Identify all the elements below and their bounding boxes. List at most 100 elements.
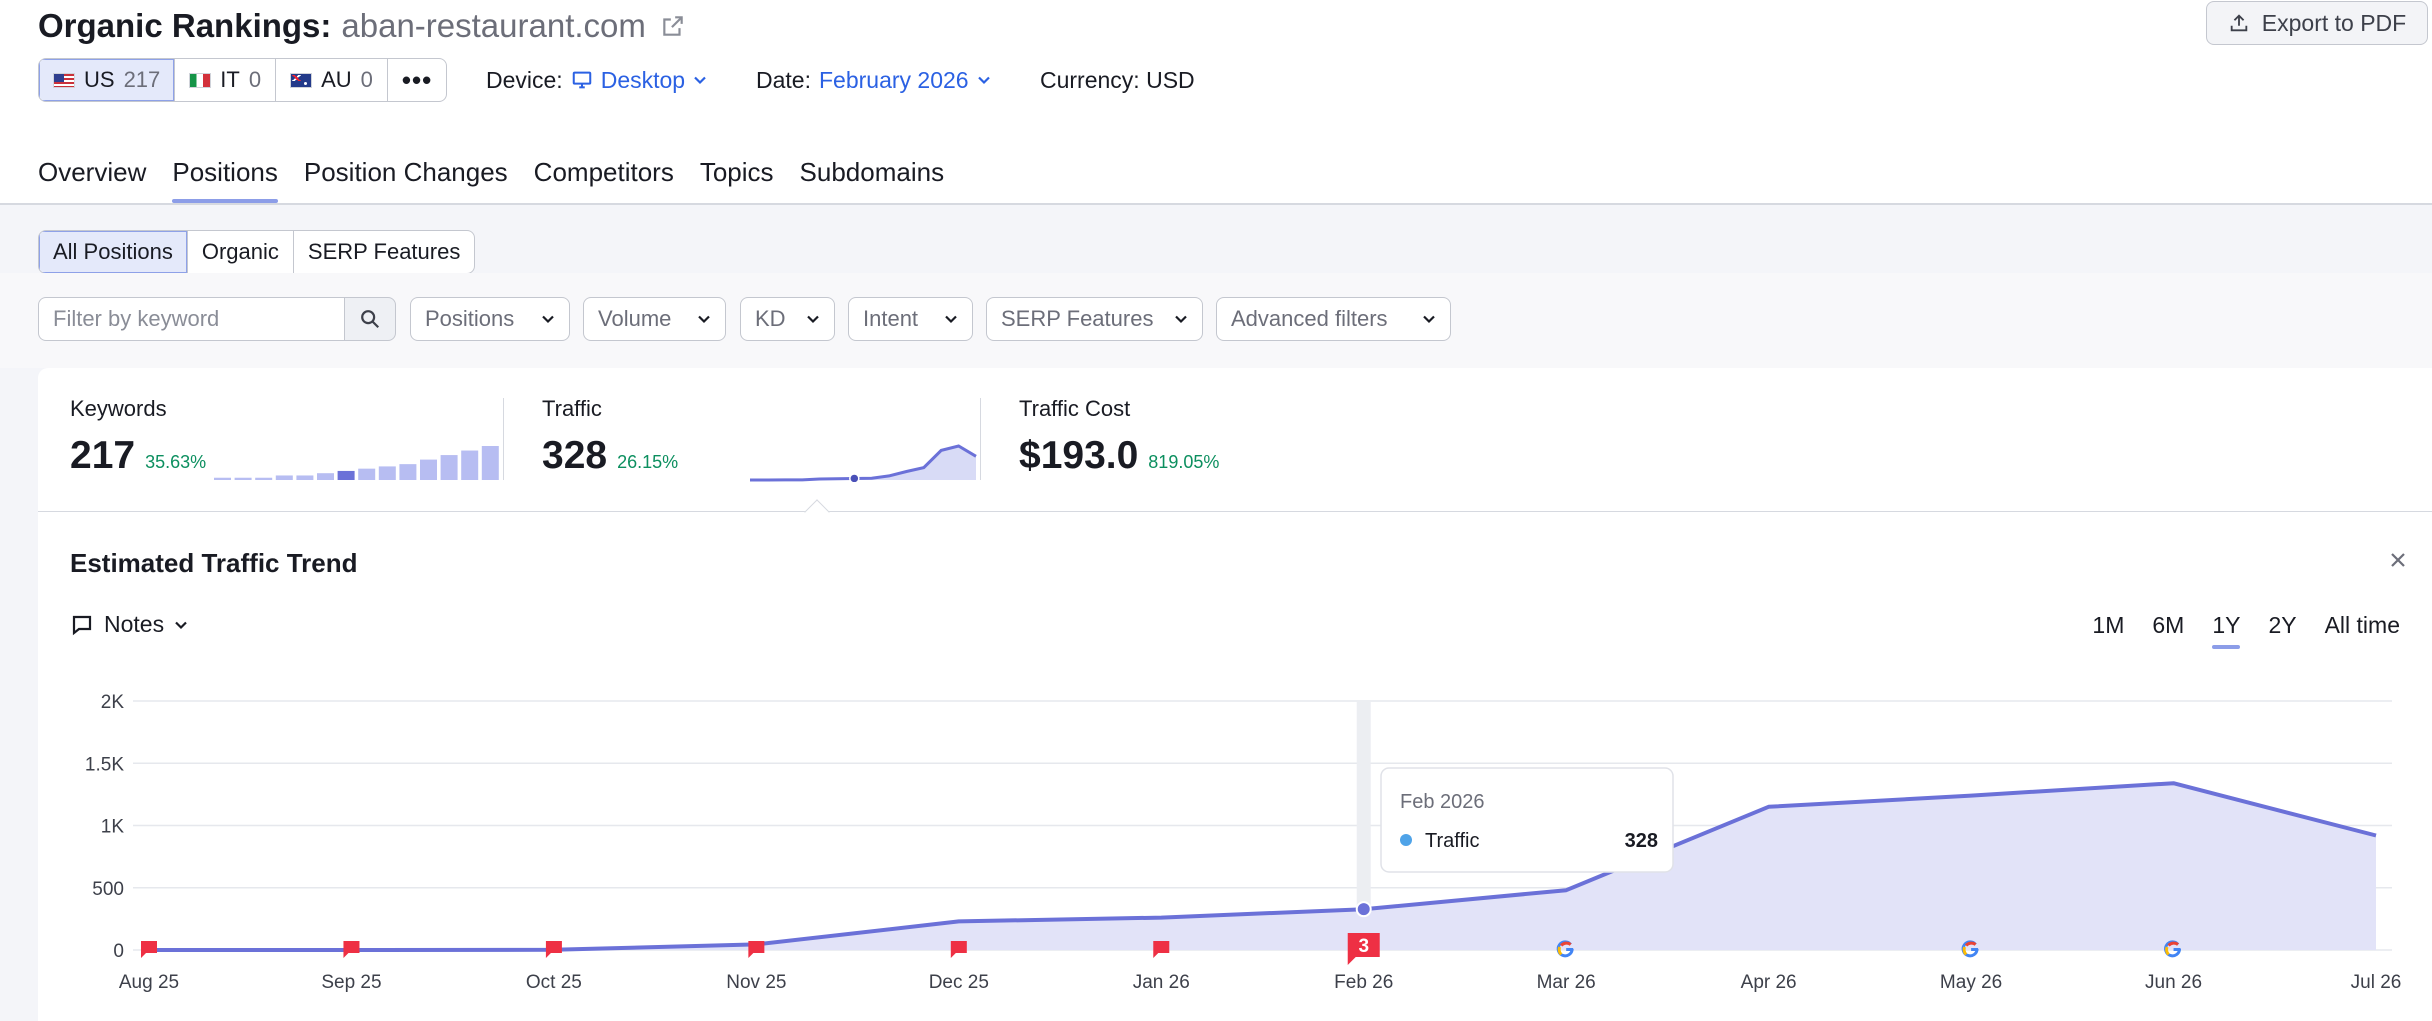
chevron-down-icon [542,315,554,324]
export-pdf-button[interactable]: Export to PDF [2206,1,2428,45]
x-tick-label: Jun 26 [2145,972,2202,993]
page-header: Organic Rankings: aban-restaurant.com Ex… [0,0,2432,203]
x-tick-label: Apr 26 [1741,972,1797,993]
tooltip-series: Traffic [1425,830,1479,852]
currency-label: Currency: USD [1040,66,1195,93]
page-title: Organic Rankings: aban-restaurant.com [38,4,686,48]
x-tick-label: Jan 26 [1133,972,1190,993]
database-count: 0 [248,67,262,92]
note-flag-icon [141,941,157,958]
tab-subdomains[interactable]: Subdomains [800,148,945,203]
tab-competitors[interactable]: Competitors [534,148,674,203]
database-count: 217 [123,67,161,92]
database-code: IT [220,67,240,92]
subtab-all-positions[interactable]: All Positions [39,231,188,273]
export-label: Export to PDF [2261,9,2407,36]
chevron-down-icon [977,76,990,85]
au-flag-icon [290,72,313,88]
tooltip-box [1380,767,1674,873]
y-tick-label: 2K [101,692,125,713]
y-tick-label: 1K [101,817,125,838]
chevron-down-icon [945,315,957,324]
device-value: Desktop [600,66,686,93]
database-au[interactable]: AU 0 [276,59,388,101]
chevron-down-icon [1423,315,1435,324]
date-value: February 2026 [818,66,969,93]
tab-positions[interactable]: Positions [172,148,278,203]
intent-filter[interactable]: Intent [848,297,973,341]
advanced-filters[interactable]: Advanced filters [1216,297,1451,341]
it-flag-icon [189,72,212,88]
note-flag-icon [343,941,360,958]
filter-label: Volume [598,306,672,331]
currency-display: Currency: USD [1040,62,1195,98]
database-code: US [84,67,115,92]
x-tick-label: Dec 25 [929,972,989,993]
volume-filter[interactable]: Volume [583,297,726,341]
tooltip-value: 328 [1625,830,1658,852]
external-link-icon[interactable] [660,13,686,39]
note-flag-icon [950,941,967,958]
traffic-trend-chart[interactable]: 0 500 1K 1.5K 2K Aug 25 Sep 25 Oct 25 Nov 25 Dec … [38,368,2432,1021]
x-tick-label: Nov 25 [726,972,786,993]
overview-card: Keywords 217 35.63% Traffic 328 26.15% T… [38,368,2432,1021]
tooltip-date: Feb 2026 [1400,791,1485,813]
monitor-icon [572,71,591,89]
chevron-down-icon [694,76,706,85]
traffic-area [149,783,2376,950]
chart-tooltip: Feb 2026 Traffic 328 [1380,767,1674,873]
report-tabs: Overview Positions Position Changes Comp… [38,148,944,203]
y-tick-label: 500 [92,879,124,900]
note-flag-icon [1153,941,1170,958]
database-code: AU [321,67,352,92]
search-icon [361,310,380,329]
x-tick-label: Aug 25 [119,972,179,993]
chevron-down-icon [807,315,819,324]
tooltip-legend-dot [1400,834,1412,846]
subtab-organic[interactable]: Organic [188,231,294,273]
keyword-filter-input[interactable] [38,297,344,341]
note-flag-icon [545,941,562,958]
database-us[interactable]: US 217 [39,59,176,101]
upload-icon [2230,14,2248,32]
x-tick-label: May 26 [1940,972,2002,993]
device-label: Device: [486,66,563,93]
tab-position-changes[interactable]: Position Changes [304,148,508,203]
tab-overview[interactable]: Overview [38,148,146,203]
tab-topics[interactable]: Topics [700,148,774,203]
y-tick-label: 1.5K [85,754,124,775]
x-tick-label: Sep 25 [321,972,381,993]
database-count: 0 [360,67,373,92]
x-tick-label: Feb 26 [1334,972,1393,993]
x-tick-label: Oct 25 [526,972,582,993]
domain-link[interactable]: aban-restaurant.com [341,7,646,45]
chevron-down-icon [698,315,710,324]
filter-label: Advanced filters [1231,306,1388,331]
note-flag-icon [748,941,765,958]
database-selector: US 217 IT 0 AU 0 ••• [38,58,448,102]
kd-filter[interactable]: KD [740,297,835,341]
header-divider [0,203,2432,205]
filter-label: Intent [863,306,919,331]
position-type-selector: All Positions Organic SERP Features [38,230,476,274]
us-flag-icon [53,72,75,88]
positions-filter[interactable]: Positions [410,297,570,341]
serp-features-filter[interactable]: SERP Features [986,297,1203,341]
filter-label: KD [755,306,786,331]
chevron-down-icon [1175,315,1187,324]
filter-label: Positions [425,306,515,331]
date-label: Date: [756,66,811,93]
filter-bar: Positions Volume KD Intent SERP Features… [0,273,2432,368]
more-databases-button[interactable]: ••• [388,59,446,101]
device-selector[interactable]: Device: Desktop [486,62,707,98]
title-prefix: Organic Rankings: [38,7,332,44]
date-selector[interactable]: Date: February 2026 [756,62,991,98]
traffic-point [1355,901,1372,918]
database-it[interactable]: IT 0 [175,59,277,101]
x-tick-label: Mar 26 [1537,972,1596,993]
filter-label: SERP Features [1001,306,1154,331]
note-badge-count: 3 [1358,936,1369,957]
x-tick-label: Jul 26 [2351,972,2402,993]
keyword-search-button[interactable] [344,297,396,341]
subtab-serp-features[interactable]: SERP Features [294,231,474,273]
